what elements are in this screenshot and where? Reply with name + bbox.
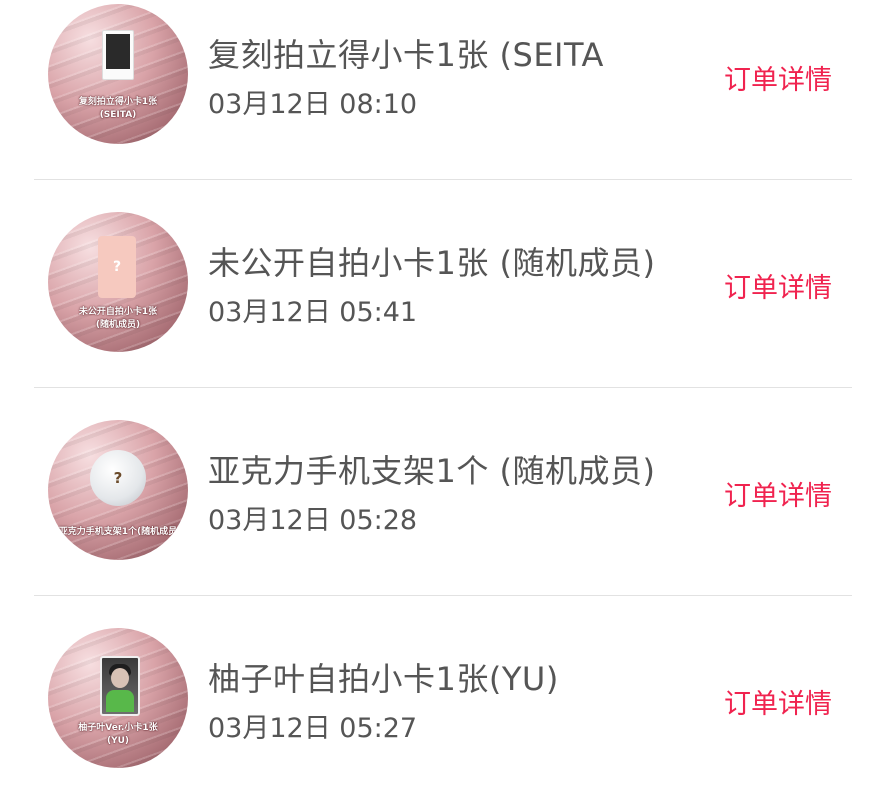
thumb-caption-line2: (随机成员) xyxy=(95,320,141,330)
order-detail-link[interactable]: 订单详情 xyxy=(724,266,832,305)
order-title: 复刻拍立得小卡1张 (SEITA xyxy=(208,36,604,74)
order-detail-link[interactable]: 订单详情 xyxy=(724,682,832,721)
polaroid-card-image xyxy=(102,30,134,80)
thumb-caption-line1: 复刻拍立得小卡1张 xyxy=(78,97,158,107)
order-title: 未公开自拍小卡1张 (随机成员) xyxy=(208,244,656,282)
thumb-caption-line1: 柚子叶Ver.小卡1张 xyxy=(78,723,158,733)
order-row[interactable]: 柚子叶Ver.小卡1张 (YU) 柚子叶自拍小卡1张(YU) 03月12日 05… xyxy=(0,596,886,804)
order-detail-link[interactable]: 订单详情 xyxy=(724,474,832,513)
selfie-card-image xyxy=(100,656,140,716)
order-title: 亚克力手机支架1个 (随机成员) xyxy=(208,452,656,490)
product-thumbnail: 柚子叶Ver.小卡1张 (YU) xyxy=(48,628,188,768)
product-thumbnail: 复刻拍立得小卡1张 (SEITA) xyxy=(48,4,188,144)
phone-grip-image: ? xyxy=(90,450,146,506)
thumb-caption-line1: 未公开自拍小卡1张 xyxy=(78,307,158,317)
order-time: 03月12日 05:41 xyxy=(208,297,418,328)
order-row[interactable]: ? 未公开自拍小卡1张 (随机成员) 未公开自拍小卡1张 (随机成员) 03月1… xyxy=(0,180,886,388)
product-thumbnail: ? 亚克力手机支架1个(随机成员 xyxy=(48,420,188,560)
order-list: 复刻拍立得小卡1张 (SEITA) 复刻拍立得小卡1张 (SEITA 03月12… xyxy=(0,0,886,780)
order-row[interactable]: ? 亚克力手机支架1个(随机成员 亚克力手机支架1个 (随机成员) 03月12日… xyxy=(0,388,886,596)
order-detail-link[interactable]: 订单详情 xyxy=(724,58,832,97)
order-title: 柚子叶自拍小卡1张(YU) xyxy=(208,660,559,698)
order-time: 03月12日 08:10 xyxy=(208,89,418,120)
thumb-caption-line1: 亚克力手机支架1个(随机成员 xyxy=(58,527,178,537)
mystery-card-image: ? xyxy=(98,236,136,298)
thumb-caption-line2: (SEITA) xyxy=(99,110,137,120)
order-time: 03月12日 05:27 xyxy=(208,713,418,744)
thumb-caption-line2: (YU) xyxy=(106,736,130,746)
order-row[interactable]: 复刻拍立得小卡1张 (SEITA) 复刻拍立得小卡1张 (SEITA 03月12… xyxy=(0,0,886,180)
order-time: 03月12日 05:28 xyxy=(208,505,418,536)
product-thumbnail: ? 未公开自拍小卡1张 (随机成员) xyxy=(48,212,188,352)
